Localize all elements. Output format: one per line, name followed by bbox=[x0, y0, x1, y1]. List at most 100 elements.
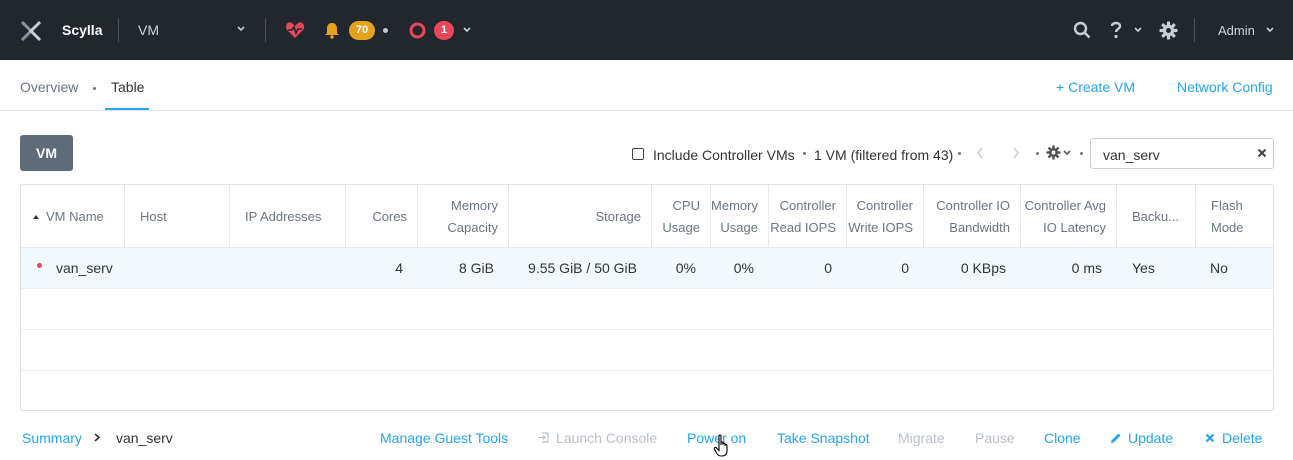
entity-type-button[interactable]: VM bbox=[20, 135, 73, 171]
delete-x-icon bbox=[1205, 433, 1215, 443]
include-controller-label[interactable]: Include Controller VMs bbox=[653, 147, 795, 163]
cell-memory-capacity: 8 GiB bbox=[458, 260, 494, 276]
column-header-label: Controller Read IOPS bbox=[770, 197, 836, 235]
top-navigation-bar: Scylla VM 70 1 Admin bbox=[0, 0, 1293, 60]
separator-dot bbox=[93, 87, 96, 90]
chevron-down-icon[interactable] bbox=[1062, 146, 1072, 160]
update-button[interactable]: Update bbox=[1128, 430, 1173, 446]
column-header-vm-name[interactable]: VM Name bbox=[21, 185, 125, 248]
column-header-storage[interactable]: Storage bbox=[509, 185, 652, 248]
column-header-host[interactable]: Host bbox=[125, 185, 230, 248]
breadcrumb-summary[interactable]: Summary bbox=[22, 430, 82, 446]
pause-button[interactable]: Pause bbox=[975, 430, 1015, 446]
include-controller-checkbox[interactable] bbox=[632, 148, 644, 160]
help-icon[interactable] bbox=[1110, 21, 1122, 39]
separator-dot bbox=[958, 152, 961, 155]
cell-io-bandwidth: 0 KBps bbox=[960, 260, 1006, 276]
gear-icon[interactable] bbox=[1046, 145, 1061, 160]
column-header-label: Host bbox=[140, 208, 167, 224]
migrate-button[interactable]: Migrate bbox=[898, 430, 945, 446]
gear-icon[interactable] bbox=[1159, 21, 1178, 40]
search-input-value[interactable]: van_serv bbox=[1103, 147, 1160, 163]
clone-button[interactable]: Clone bbox=[1044, 430, 1081, 446]
plus-icon: + bbox=[1056, 79, 1069, 95]
create-vm-label: Create VM bbox=[1068, 79, 1135, 95]
column-header-cores[interactable]: Cores bbox=[346, 185, 418, 248]
bell-icon[interactable] bbox=[323, 21, 341, 39]
cell-storage: 9.55 GiB / 50 GiB bbox=[528, 260, 637, 276]
column-header-memory-usage[interactable]: Memory Usage bbox=[711, 185, 769, 248]
search-icon[interactable] bbox=[1073, 21, 1091, 39]
vm-table: VM Name Host IP Addresses Cores Memory C… bbox=[20, 184, 1274, 411]
column-header-label: Storage bbox=[595, 208, 641, 224]
chevron-down-icon[interactable] bbox=[1264, 22, 1276, 38]
separator-dot bbox=[1036, 152, 1039, 155]
chevron-right-icon bbox=[94, 433, 101, 442]
cell-backup: Yes bbox=[1132, 260, 1155, 276]
divider bbox=[1194, 18, 1195, 42]
table-row[interactable]: van_serv 4 8 GiB 9.55 GiB / 50 GiB 0% 0%… bbox=[21, 248, 1273, 289]
tab-overview[interactable]: Overview bbox=[20, 79, 78, 95]
chevron-down-icon[interactable] bbox=[235, 21, 247, 37]
x-logo-icon[interactable] bbox=[20, 20, 42, 42]
cell-cpu-usage: 0% bbox=[675, 260, 696, 276]
close-icon[interactable] bbox=[1257, 148, 1267, 158]
cell-memory-usage: 0% bbox=[733, 260, 754, 276]
network-config-link[interactable]: Network Config bbox=[1177, 79, 1273, 95]
column-header-label: Memory Usage bbox=[711, 197, 758, 235]
chevron-right-icon[interactable] bbox=[1010, 145, 1022, 161]
column-header-label: Memory Capacity bbox=[447, 197, 498, 235]
breadcrumb-current: van_serv bbox=[116, 430, 173, 446]
cell-write-iops: 0 bbox=[901, 260, 909, 276]
event-count-badge[interactable]: 1 bbox=[434, 21, 454, 40]
alert-count-badge[interactable]: 70 bbox=[349, 21, 375, 40]
column-header-label: IP Addresses bbox=[245, 208, 322, 224]
column-header-write-iops[interactable]: Controller Write IOPS bbox=[847, 185, 924, 248]
column-header-label: Controller IO Bandwidth bbox=[936, 197, 1010, 235]
column-header-read-iops[interactable]: Controller Read IOPS bbox=[769, 185, 847, 248]
chevron-left-icon[interactable] bbox=[974, 145, 986, 161]
separator-dot bbox=[803, 152, 806, 155]
column-header-backup[interactable]: Backu... bbox=[1117, 185, 1196, 248]
cell-flash-mode: No bbox=[1210, 260, 1228, 276]
console-icon bbox=[539, 432, 549, 443]
separator-dot bbox=[1080, 152, 1083, 155]
column-header-io-latency[interactable]: Controller Avg IO Latency bbox=[1021, 185, 1117, 248]
manage-guest-tools-button[interactable]: Manage Guest Tools bbox=[380, 430, 508, 446]
column-header-label: VM Name bbox=[46, 208, 104, 224]
cluster-name[interactable]: Scylla bbox=[62, 22, 102, 38]
column-header-label: CPU Usage bbox=[662, 197, 700, 235]
hand-cursor-icon bbox=[713, 434, 728, 457]
user-menu[interactable]: Admin bbox=[1218, 23, 1255, 38]
divider bbox=[265, 18, 266, 42]
chevron-down-icon[interactable] bbox=[461, 22, 473, 38]
launch-console-button[interactable]: Launch Console bbox=[556, 430, 657, 446]
cell-read-iops: 0 bbox=[824, 260, 832, 276]
column-header-label: Controller Write IOPS bbox=[848, 197, 913, 235]
column-header-label: Controller Avg IO Latency bbox=[1024, 197, 1106, 235]
heartbeat-icon[interactable] bbox=[285, 21, 305, 39]
column-header-label: Backu... bbox=[1132, 208, 1179, 224]
table-row-empty bbox=[21, 330, 1273, 371]
take-snapshot-button[interactable]: Take Snapshot bbox=[777, 430, 870, 446]
cell-cores: 4 bbox=[395, 260, 403, 276]
view-selector[interactable]: VM bbox=[138, 22, 159, 38]
table-row-empty bbox=[21, 371, 1273, 410]
column-header-flash-mode[interactable]: Flash Mode bbox=[1196, 185, 1273, 248]
column-header-io-bandwidth[interactable]: Controller IO Bandwidth bbox=[924, 185, 1021, 248]
ring-icon[interactable] bbox=[409, 22, 426, 39]
cell-vm-name[interactable]: van_serv bbox=[56, 248, 113, 288]
table-row-empty bbox=[21, 289, 1273, 330]
active-tab-indicator bbox=[105, 108, 149, 110]
tab-table[interactable]: Table bbox=[111, 79, 144, 95]
column-header-label: Flash Mode bbox=[1211, 197, 1244, 235]
chevron-down-icon[interactable] bbox=[1132, 22, 1144, 38]
column-header-ip-addresses[interactable]: IP Addresses bbox=[230, 185, 346, 248]
separator-dot bbox=[383, 28, 388, 33]
delete-button[interactable]: Delete bbox=[1222, 430, 1262, 446]
create-vm-link[interactable]: + Create VM bbox=[1056, 79, 1135, 95]
search-input[interactable]: van_serv bbox=[1090, 138, 1274, 169]
column-header-cpu-usage[interactable]: CPU Usage bbox=[652, 185, 711, 248]
sort-asc-icon bbox=[33, 214, 39, 219]
column-header-memory-capacity[interactable]: Memory Capacity bbox=[418, 185, 509, 248]
